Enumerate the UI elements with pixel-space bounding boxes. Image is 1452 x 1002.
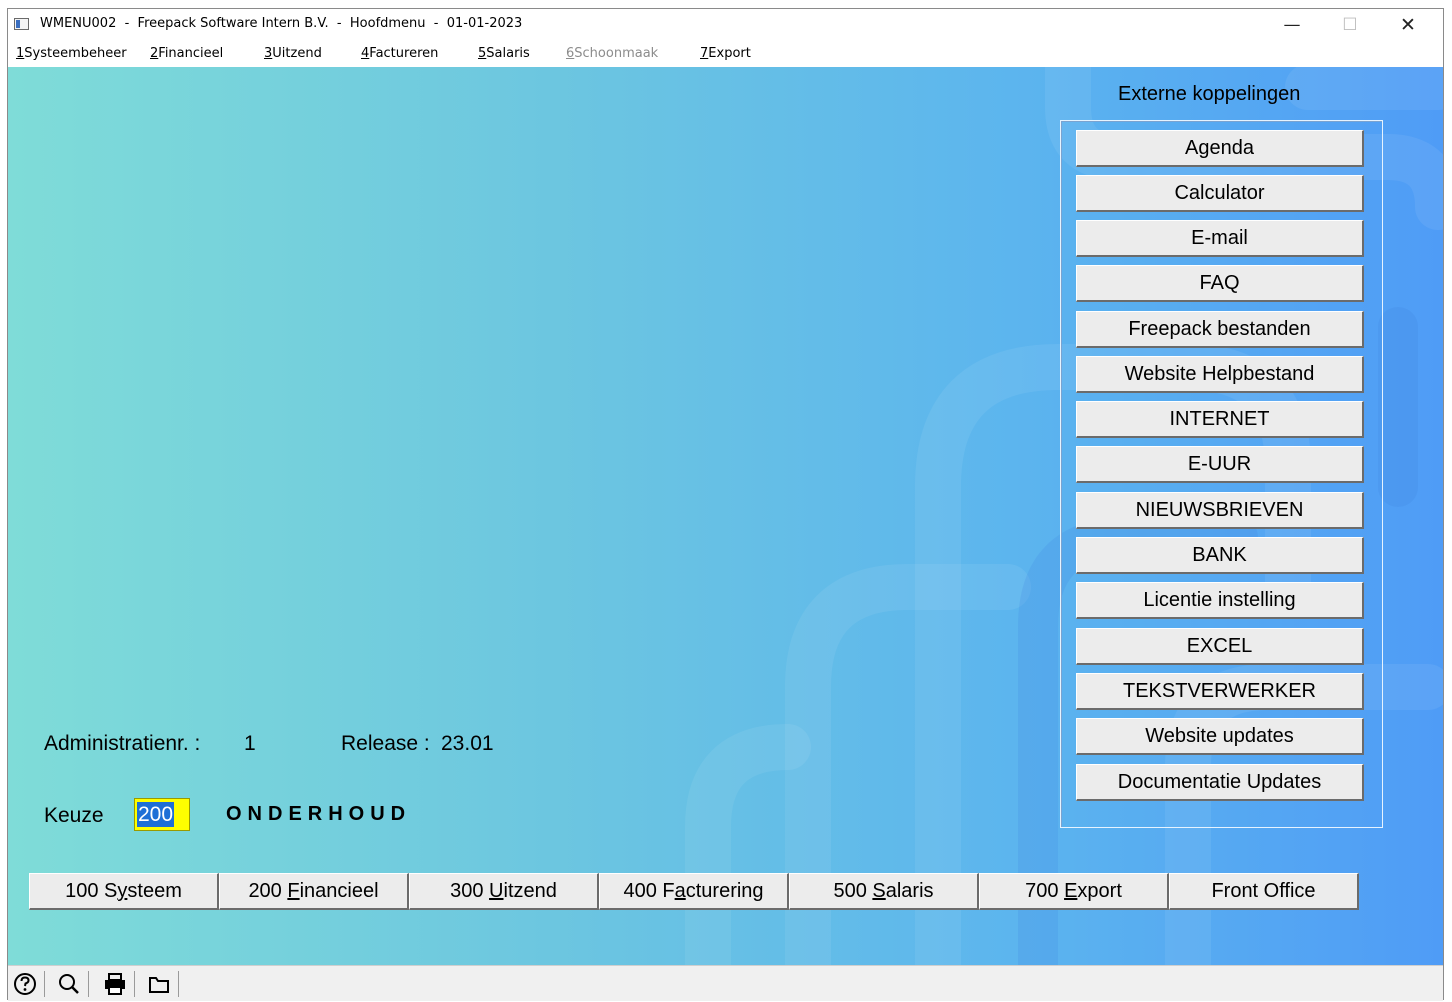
maximize-button[interactable]: ☐ bbox=[1321, 9, 1379, 41]
email-button[interactable]: E-mail bbox=[1076, 220, 1364, 257]
internet-button[interactable]: INTERNET bbox=[1076, 401, 1364, 438]
toolbar-separator bbox=[134, 971, 135, 997]
keuze-value: 200 bbox=[137, 802, 175, 827]
tekstverwerker-button[interactable]: TEKSTVERWERKER bbox=[1076, 673, 1364, 710]
menu-factureren[interactable]: 4Factureren bbox=[361, 46, 438, 61]
toolbar-separator bbox=[178, 971, 179, 997]
admin-value: 1 bbox=[244, 732, 256, 755]
agenda-button[interactable]: Agenda bbox=[1076, 130, 1364, 167]
admin-label: Administratienr. : bbox=[44, 732, 201, 755]
bank-button[interactable]: BANK bbox=[1076, 537, 1364, 574]
release-label: Release : bbox=[341, 732, 430, 755]
keuze-label: Keuze bbox=[44, 804, 104, 827]
status-bar bbox=[8, 965, 1443, 1001]
menu-uitzend[interactable]: 3Uitzend bbox=[264, 46, 322, 61]
keuze-description: ONDERHOUD bbox=[226, 803, 412, 825]
nieuwsbrieven-button[interactable]: NIEUWSBRIEVEN bbox=[1076, 492, 1364, 529]
uitzend-button[interactable]: 300 Uitzend bbox=[409, 873, 599, 910]
systeem-button[interactable]: 100 Systeem bbox=[29, 873, 219, 910]
window-title: WMENU002 - Freepack Software Intern B.V.… bbox=[40, 16, 523, 31]
salaris-button[interactable]: 500 Salaris bbox=[789, 873, 979, 910]
main-content: Externe koppelingen Agenda Calculator E-… bbox=[8, 67, 1443, 965]
help-icon[interactable] bbox=[10, 970, 40, 998]
menu-salaris[interactable]: 5Salaris bbox=[478, 46, 530, 61]
minimize-button[interactable]: — bbox=[1263, 9, 1321, 41]
toolbar-separator bbox=[44, 971, 45, 997]
menu-export[interactable]: 7Export bbox=[700, 46, 751, 61]
app-window: WMENU002 - Freepack Software Intern B.V.… bbox=[7, 8, 1444, 1001]
e-uur-button[interactable]: E-UUR bbox=[1076, 446, 1364, 483]
licentie-instelling-button[interactable]: Licentie instelling bbox=[1076, 582, 1364, 619]
export-button[interactable]: 700 Export bbox=[979, 873, 1169, 910]
facturering-button[interactable]: 400 Facturering bbox=[599, 873, 789, 910]
menu-financieel[interactable]: 2Financieel bbox=[150, 46, 223, 61]
release-value: 23.01 bbox=[441, 732, 494, 755]
excel-button[interactable]: EXCEL bbox=[1076, 628, 1364, 665]
menu-systeembeheer[interactable]: 1Systeembeheer bbox=[16, 46, 127, 61]
freepack-bestanden-button[interactable]: Freepack bestanden bbox=[1076, 311, 1364, 348]
menu-schoonmaak[interactable]: 6Schoonmaak bbox=[566, 46, 658, 61]
app-icon[interactable] bbox=[14, 18, 29, 30]
print-icon[interactable] bbox=[100, 970, 130, 998]
keuze-input[interactable]: 200 bbox=[134, 798, 190, 831]
front-office-button[interactable]: Front Office bbox=[1169, 873, 1359, 910]
website-updates-button[interactable]: Website updates bbox=[1076, 718, 1364, 755]
external-links-title: Externe koppelingen bbox=[1118, 83, 1301, 105]
website-helpbestand-button[interactable]: Website Helpbestand bbox=[1076, 356, 1364, 393]
menu-bar: 1Systeembeheer 2Financieel 3Uitzend 4Fac… bbox=[8, 41, 1443, 67]
close-button[interactable]: ✕ bbox=[1379, 9, 1437, 41]
title-bar[interactable]: WMENU002 - Freepack Software Intern B.V.… bbox=[8, 9, 1443, 41]
documentatie-updates-button[interactable]: Documentatie Updates bbox=[1076, 764, 1364, 801]
calculator-button[interactable]: Calculator bbox=[1076, 175, 1364, 212]
toolbar-separator bbox=[88, 971, 89, 997]
folder-icon[interactable] bbox=[144, 970, 174, 998]
faq-button[interactable]: FAQ bbox=[1076, 265, 1364, 302]
financieel-button[interactable]: 200 Financieel bbox=[219, 873, 409, 910]
search-icon[interactable] bbox=[54, 970, 84, 998]
